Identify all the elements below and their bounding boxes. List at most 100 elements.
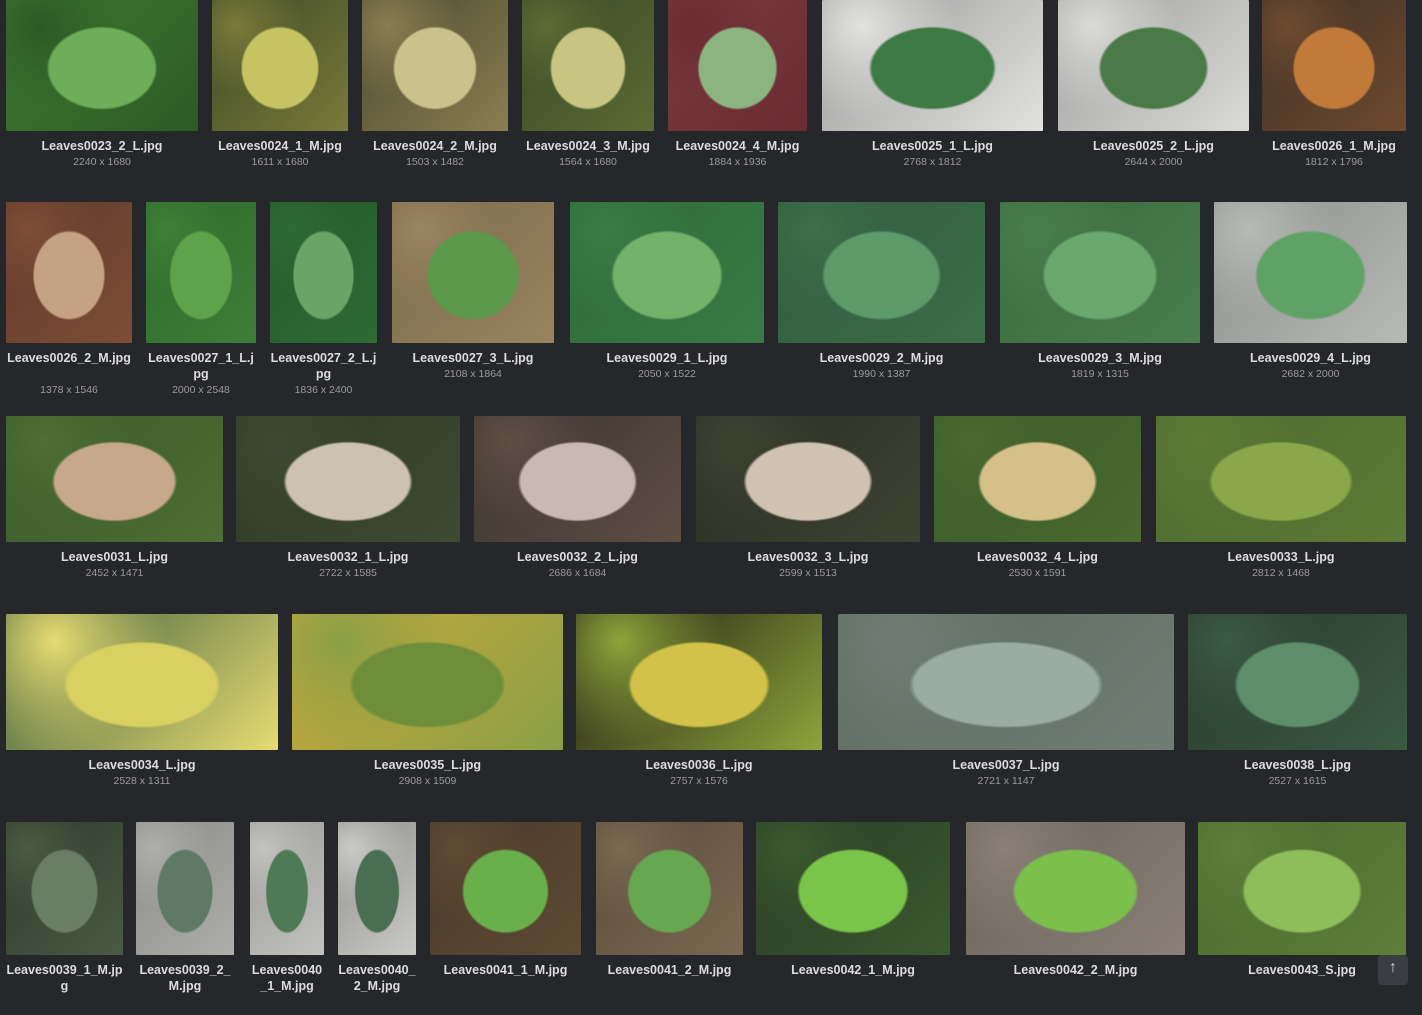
thumbnail-image[interactable]: [6, 416, 223, 542]
thumbnail-tile[interactable]: Leaves0032_4_L.jpg 2530 x 1591: [934, 416, 1141, 602]
thumbnail-image[interactable]: [596, 822, 743, 955]
thumbnail-tile[interactable]: Leaves0029_3_M.jpg 1819 x 1315: [1000, 202, 1200, 403]
thumbnail-tile[interactable]: Leaves0027_3_L.jpg 2108 x 1864: [392, 202, 554, 403]
thumbnail-tile[interactable]: Leaves0041_1_M.jpg: [430, 822, 581, 1015]
thumbnail-image[interactable]: [570, 202, 764, 343]
thumbnail-image[interactable]: [392, 202, 554, 343]
thumbnail-image[interactable]: [934, 416, 1141, 542]
thumbnail-tile[interactable]: Leaves0024_4_M.jpg 1884 x 1936: [668, 0, 807, 191]
thumbnail-image[interactable]: [236, 416, 460, 542]
image-dimensions: 2452 x 1471: [85, 567, 144, 579]
thumbnail-image[interactable]: [362, 0, 508, 131]
thumbnail-tile[interactable]: Leaves0027_1_L.jpg 2000 x 2548: [146, 202, 256, 403]
thumbnail-image[interactable]: [136, 822, 234, 955]
thumbnail-tile[interactable]: Leaves0032_3_L.jpg 2599 x 1513: [696, 416, 920, 602]
thumbnail-tile[interactable]: Leaves0029_1_L.jpg 2050 x 1522: [570, 202, 764, 403]
image-dimensions: 1503 x 1482: [406, 156, 464, 168]
thumbnail-image[interactable]: [6, 0, 198, 131]
file-name: Leaves0029_4_L.jpg: [1250, 351, 1371, 365]
thumbnail-image[interactable]: [250, 822, 324, 955]
thumbnail-image[interactable]: [6, 822, 123, 955]
image-dimensions: 2108 x 1864: [444, 368, 502, 380]
thumbnail-tile[interactable]: Leaves0025_1_L.jpg 2768 x 1812: [822, 0, 1043, 191]
thumbnail-image[interactable]: [576, 614, 822, 750]
thumbnail-image[interactable]: [1214, 202, 1407, 343]
thumbnail-image[interactable]: [430, 822, 581, 955]
thumbnail-tile[interactable]: Leaves0034_L.jpg 2528 x 1311: [6, 614, 278, 810]
file-name: Leaves0043_S.jpg: [1248, 963, 1356, 977]
thumbnail-image[interactable]: [1262, 0, 1406, 131]
thumbnail-tile[interactable]: Leaves0039_1_M.jpg: [6, 822, 123, 1015]
thumbnail-tile[interactable]: Leaves0038_L.jpg 2527 x 1615: [1188, 614, 1407, 810]
image-dimensions: 1990 x 1387: [852, 368, 911, 380]
thumbnail-image[interactable]: [668, 0, 807, 131]
file-name: Leaves0025_1_L.jpg: [872, 139, 993, 153]
thumbnail-image[interactable]: [6, 614, 278, 750]
scroll-to-top-button[interactable]: ↑: [1378, 955, 1408, 985]
thumbnail-tile[interactable]: Leaves0024_3_M.jpg 1564 x 1680: [522, 0, 654, 191]
image-dimensions: 1564 x 1680: [559, 156, 617, 168]
thumbnail-tile[interactable]: Leaves0036_L.jpg 2757 x 1576: [576, 614, 822, 810]
thumbnail-image[interactable]: [1000, 202, 1200, 343]
thumbnail-image[interactable]: [338, 822, 416, 955]
thumbnail-tile[interactable]: Leaves0042_2_M.jpg: [966, 822, 1185, 1015]
thumbnail-tile[interactable]: Leaves0032_1_L.jpg 2722 x 1585: [236, 416, 460, 602]
thumbnail-image[interactable]: [756, 822, 950, 955]
thumbnail-image[interactable]: [522, 0, 654, 131]
thumbnail-tile[interactable]: Leaves0035_L.jpg 2908 x 1509: [292, 614, 563, 810]
thumbnail-tile[interactable]: Leaves0026_2_M.jpg 1378 x 1546: [6, 202, 132, 403]
file-name: Leaves0032_3_L.jpg: [747, 550, 869, 564]
thumbnail-image[interactable]: [212, 0, 348, 131]
thumbnail-tile[interactable]: Leaves0043_S.jpg: [1198, 822, 1406, 1015]
file-name: Leaves0040_2_M.jpg: [338, 963, 416, 993]
file-name: Leaves0027_1_L.jpg: [148, 351, 254, 381]
thumbnail-image[interactable]: [474, 416, 681, 542]
thumbnail-tile[interactable]: Leaves0029_2_M.jpg 1990 x 1387: [778, 202, 985, 403]
image-dimensions: 2686 x 1684: [548, 567, 607, 579]
thumbnail-tile[interactable]: Leaves0023_2_L.jpg 2240 x 1680: [6, 0, 198, 191]
image-dimensions: 2768 x 1812: [903, 156, 962, 168]
thumbnail-image[interactable]: [822, 0, 1043, 131]
thumbnail-image[interactable]: [146, 202, 256, 343]
thumbnail-image[interactable]: [778, 202, 985, 343]
file-name: Leaves0024_4_M.jpg: [675, 139, 800, 153]
image-dimensions: 2000 x 2548: [172, 384, 230, 396]
file-name: Leaves0029_3_M.jpg: [1038, 351, 1162, 365]
thumbnail-image[interactable]: [1156, 416, 1406, 542]
thumbnail-image[interactable]: [270, 202, 377, 343]
thumbnail-tile[interactable]: Leaves0031_L.jpg 2452 x 1471: [6, 416, 223, 602]
thumbnail-image[interactable]: [6, 202, 132, 343]
thumbnail-tile[interactable]: Leaves0032_2_L.jpg 2686 x 1684: [474, 416, 681, 602]
thumbnail-tile[interactable]: Leaves0040_2_M.jpg: [338, 822, 416, 1015]
thumbnail-tile[interactable]: Leaves0033_L.jpg 2812 x 1468: [1156, 416, 1406, 602]
thumbnail-tile[interactable]: Leaves0029_4_L.jpg 2682 x 2000: [1214, 202, 1407, 403]
thumbnail-tile[interactable]: Leaves0024_1_M.jpg 1611 x 1680: [212, 0, 348, 191]
thumbnail-tile[interactable]: Leaves0042_1_M.jpg: [756, 822, 950, 1015]
thumbnail-image[interactable]: [696, 416, 920, 542]
file-name: Leaves0029_1_L.jpg: [606, 351, 728, 365]
thumbnail-image[interactable]: [292, 614, 563, 750]
thumbnail-tile[interactable]: Leaves0025_2_L.jpg 2644 x 2000: [1058, 0, 1249, 191]
file-name: Leaves0041_2_M.jpg: [607, 963, 732, 977]
file-name: Leaves0041_1_M.jpg: [443, 963, 568, 977]
image-dimensions: 1378 x 1546: [40, 384, 98, 396]
thumbnail-tile[interactable]: Leaves0026_1_M.jpg 1812 x 1796: [1262, 0, 1406, 191]
file-name: Leaves0040_1_M.jpg: [251, 963, 323, 993]
thumbnail-image[interactable]: [1058, 0, 1249, 131]
file-name: Leaves0032_2_L.jpg: [517, 550, 638, 564]
thumbnail-image[interactable]: [1188, 614, 1407, 750]
thumbnail-tile[interactable]: Leaves0037_L.jpg 2721 x 1147: [838, 614, 1174, 810]
thumbnail-tile[interactable]: Leaves0041_2_M.jpg: [596, 822, 743, 1015]
thumbnail-image[interactable]: [838, 614, 1174, 750]
file-name: Leaves0029_2_M.jpg: [819, 351, 944, 365]
image-dimensions: 2050 x 1522: [638, 368, 696, 380]
thumbnail-tile[interactable]: Leaves0039_2_M.jpg: [136, 822, 234, 1015]
thumbnail-image[interactable]: [1198, 822, 1406, 955]
image-dimensions: 1812 x 1796: [1305, 156, 1363, 168]
image-dimensions: 2722 x 1585: [319, 567, 377, 579]
thumbnail-image[interactable]: [966, 822, 1185, 955]
thumbnail-tile[interactable]: Leaves0040_1_M.jpg: [250, 822, 324, 1015]
thumbnail-tile[interactable]: Leaves0024_2_M.jpg 1503 x 1482: [362, 0, 508, 191]
thumbnail-tile[interactable]: Leaves0027_2_L.jpg 1836 x 2400: [270, 202, 377, 403]
file-name: Leaves0025_2_L.jpg: [1093, 139, 1214, 153]
